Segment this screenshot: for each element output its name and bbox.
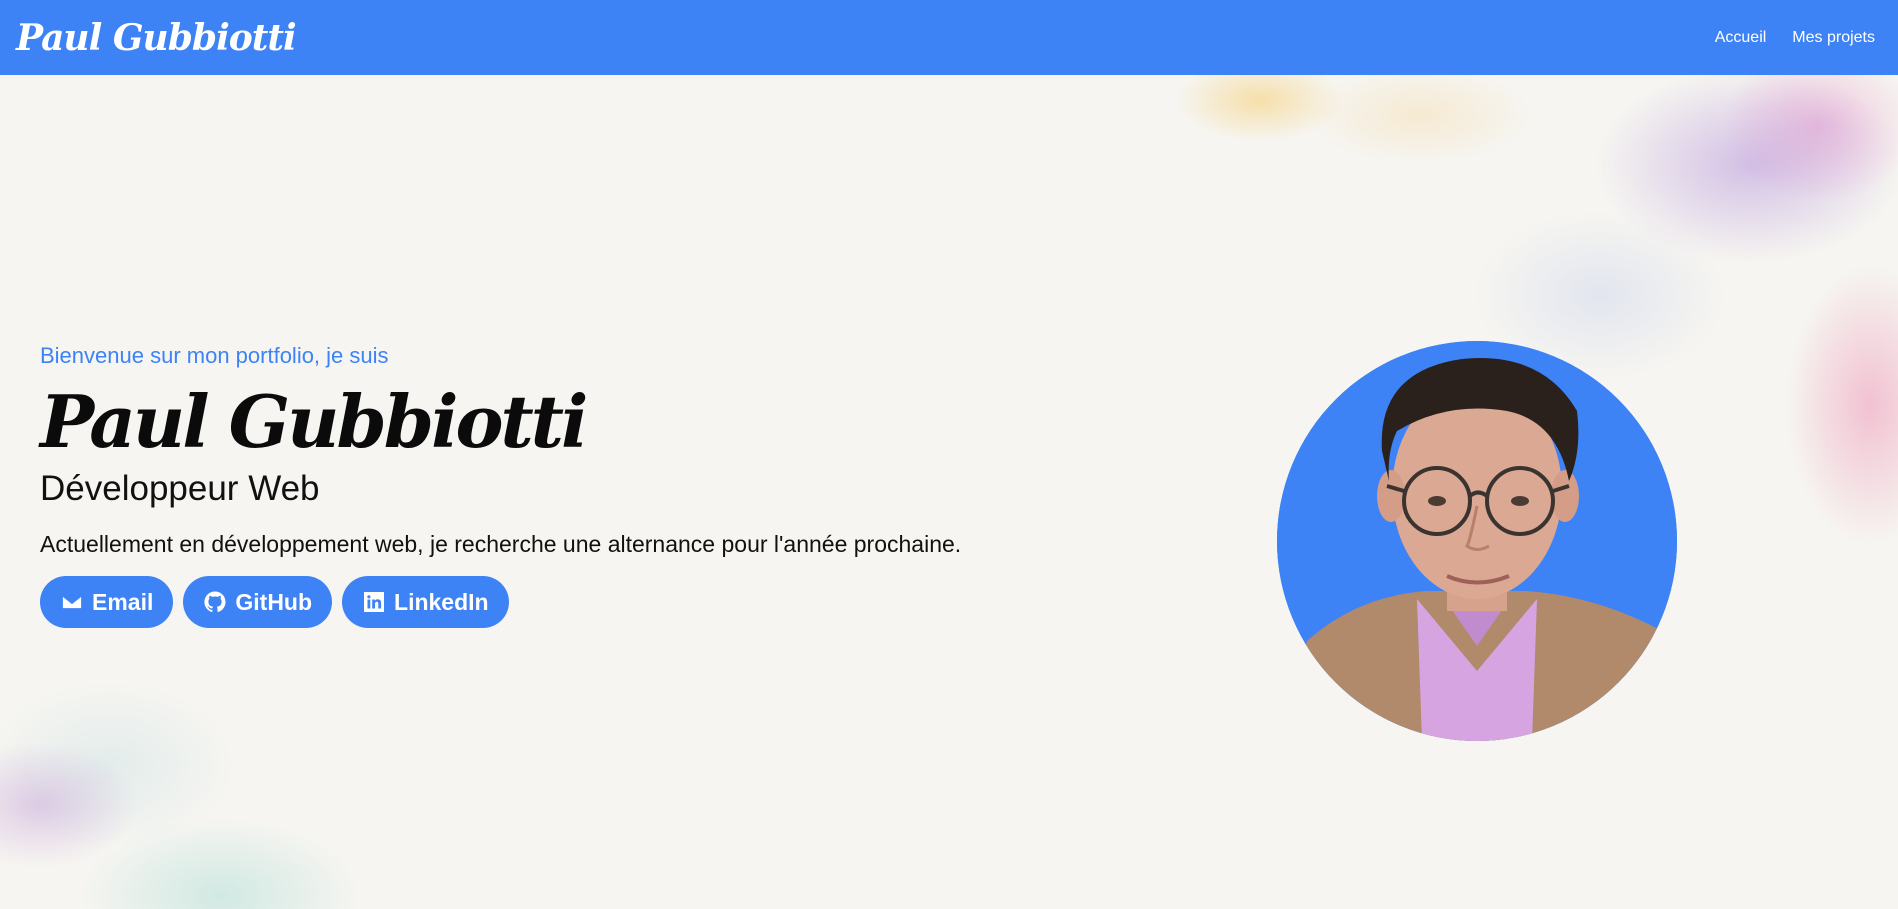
- hero-description: Actuellement en développement web, je re…: [40, 531, 962, 557]
- envelope-icon: [61, 594, 83, 610]
- linkedin-button-label: LinkedIn: [394, 588, 489, 615]
- navbar: Paul Gubbiotti Accueil Mes projets: [0, 0, 1898, 75]
- linkedin-icon: [364, 592, 385, 612]
- linkedin-button[interactable]: LinkedIn: [342, 576, 509, 628]
- nav-links: Accueil Mes projets: [1715, 29, 1875, 47]
- hero-name: Paul Gubbiotti: [40, 379, 588, 464]
- github-button-label: GitHub: [235, 588, 313, 615]
- email-button-label: Email: [92, 588, 154, 615]
- profile-photo: [1277, 341, 1677, 741]
- email-button[interactable]: Email: [40, 576, 174, 628]
- github-button[interactable]: GitHub: [183, 576, 333, 628]
- github-icon: [204, 591, 226, 613]
- nav-link-accueil[interactable]: Accueil: [1715, 29, 1767, 47]
- contact-buttons: Email GitHub LinkedIn: [40, 576, 961, 628]
- brand-logo[interactable]: Paul Gubbiotti: [16, 17, 297, 59]
- nav-link-mes-projets[interactable]: Mes projets: [1792, 29, 1875, 47]
- hero-section: Bienvenue sur mon portfolio, je suis Pau…: [40, 343, 961, 628]
- hero-role: Développeur Web: [40, 469, 320, 508]
- hero-greeting: Bienvenue sur mon portfolio, je suis: [40, 343, 389, 368]
